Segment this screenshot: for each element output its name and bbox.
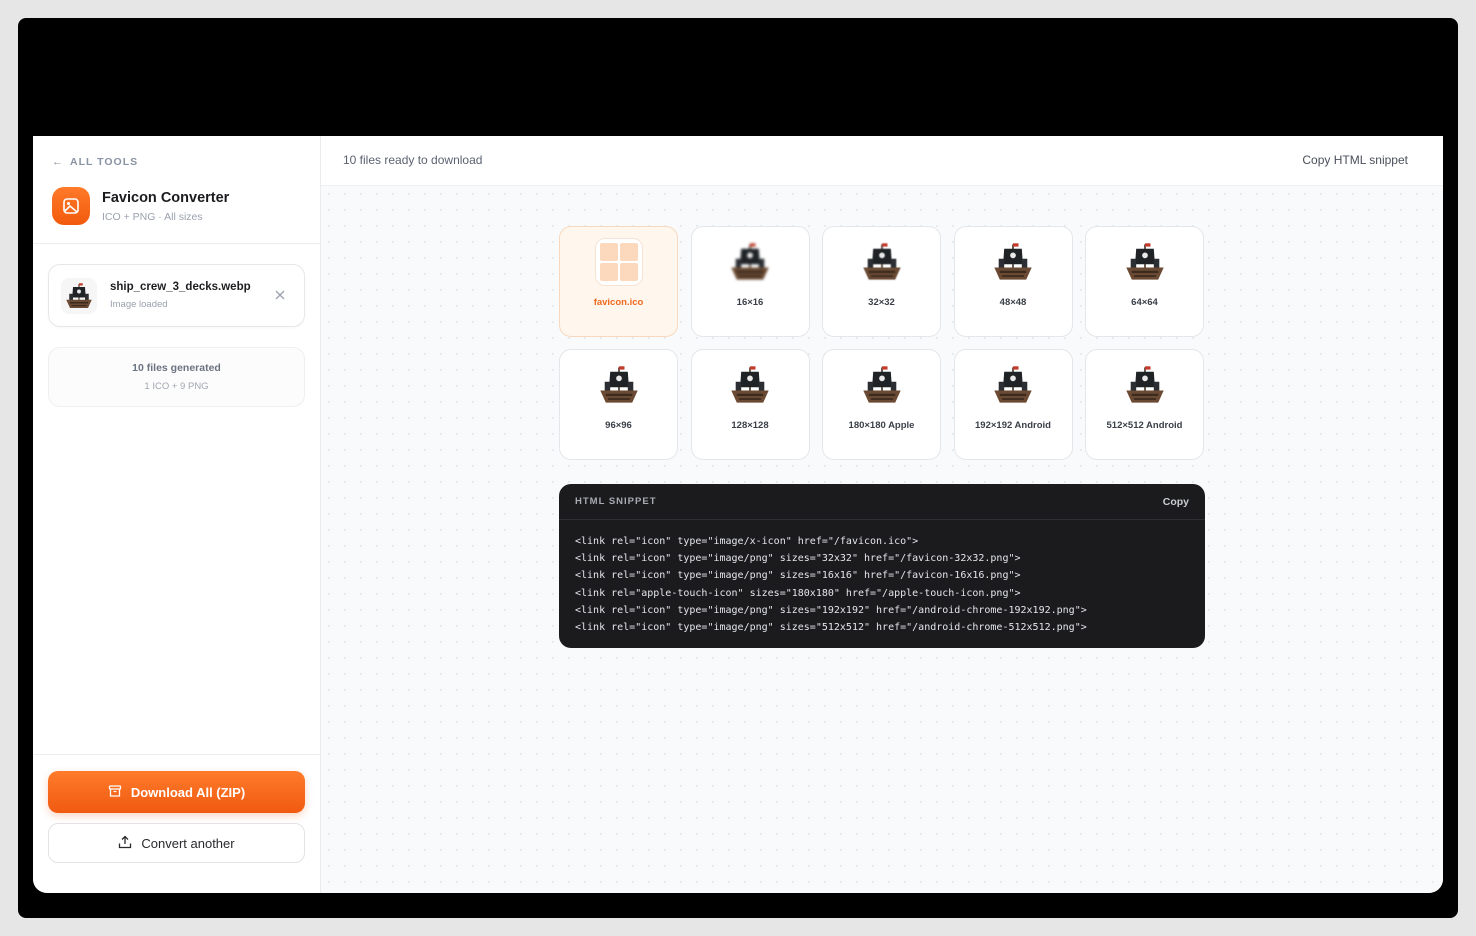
file-thumbnail [61,277,97,314]
favicon-tile-label: 32×32 [868,297,895,308]
files-ready-status: 10 files ready to download [343,153,483,167]
uploaded-file-card: ship_crew_3_decks.webp Image loaded [48,264,305,327]
tool-header: Favicon Converter ICO + PNG · All sizes [52,187,229,225]
favicon-tile-label: 180×180 Apple [848,420,915,431]
sidebar: ← ALL TOOLS Favicon Converter ICO + PNG … [33,136,321,893]
ship-icon [989,238,1037,286]
code-line: <link rel="icon" type="image/png" sizes=… [575,570,1021,582]
snippet-code[interactable]: <link rel="icon" type="image/x-icon" hre… [559,520,1205,636]
favicon-tile-label: 128×128 [731,420,769,431]
app-panel: ← ALL TOOLS Favicon Converter ICO + PNG … [33,136,1443,893]
favicon-tile[interactable]: 96×96 [559,349,678,460]
ship-icon [726,361,774,409]
favicon-tile-label: 16×16 [736,297,764,308]
ship-icon [989,361,1037,409]
image-icon [52,187,90,225]
tool-subtitle: ICO + PNG · All sizes [102,210,203,223]
tool-title: Favicon Converter [102,189,230,206]
arrow-left-icon: ← [52,156,64,168]
favicon-tile[interactable]: 48×48 [953,226,1073,337]
snippet-header: HTML SNIPPET Copy [559,484,1205,520]
favicon-tile[interactable]: 192×192 Android [953,349,1073,460]
code-line: <link rel="icon" type="image/x-icon" hre… [575,536,919,547]
favicon-tile-label: 96×96 [605,420,632,431]
download-all-button[interactable]: Download All (ZIP) [48,771,305,813]
html-snippet-panel: HTML SNIPPET Copy <link rel="icon" type=… [559,484,1205,648]
ship-icon [1120,361,1169,409]
favicon-tile-label: 512×512 Android [1106,420,1183,431]
favicon-tile-label: 192×192 Android [975,420,1051,431]
topbar: 10 files ready to download Copy HTML sni… [321,136,1443,186]
convert-another-label: Convert another [141,835,235,851]
file-status: Image loaded [110,299,168,310]
code-line: <link rel="apple-touch-icon" sizes="180x… [575,587,1021,599]
snippet-title: HTML SNIPPET [575,496,657,507]
divider [33,754,321,755]
snippet-copy-button[interactable]: Copy [1163,496,1189,508]
favicon-tile-label: favicon.ico [593,297,644,308]
copy-html-snippet-button[interactable]: Copy HTML snippet [1302,153,1408,167]
generated-breakdown: 1 ICO + 9 PNG [144,381,209,392]
code-line: <link rel="icon" type="image/png" sizes=… [575,553,1021,565]
close-icon[interactable] [272,287,288,303]
download-all-label: Download All (ZIP) [130,784,246,800]
generated-summary: 10 files generated 1 ICO + 9 PNG [48,347,305,407]
favicon-ico-icon [594,238,643,286]
all-tools-link[interactable]: ← ALL TOOLS [52,156,138,168]
favicon-tile[interactable]: 16×16 [690,226,810,337]
archive-icon [108,784,122,801]
favicon-tile-label: 64×64 [1131,297,1158,308]
favicon-tile-label: 48×48 [999,297,1027,308]
divider [33,243,321,244]
ship-icon [857,361,906,409]
favicon-tile[interactable]: 64×64 [1085,226,1204,337]
ship-icon [594,361,643,409]
favicon-tile[interactable]: 512×512 Android [1085,349,1204,460]
code-line: <link rel="icon" type="image/png" sizes=… [575,604,1087,616]
ship-icon [726,238,774,286]
generated-count: 10 files generated [132,362,221,374]
all-tools-label: ALL TOOLS [70,156,139,168]
file-name: ship_crew_3_decks.webp [110,281,251,293]
code-line: <link rel="icon" type="image/png" sizes=… [575,622,1087,634]
favicon-tile[interactable]: 180×180 Apple [822,349,941,460]
favicon-tile[interactable]: 32×32 [822,226,941,337]
favicon-tile[interactable]: favicon.ico [559,226,678,337]
favicon-tile[interactable]: 128×128 [690,349,810,460]
ship-icon [1120,238,1169,286]
upload-icon [118,835,132,852]
favicon-grid: favicon.ico 16×16 32×32 48×48 64×64 96×9… [559,226,1205,460]
preview-canvas: favicon.ico 16×16 32×32 48×48 64×64 96×9… [321,186,1443,893]
convert-another-button[interactable]: Convert another [48,823,305,863]
ship-icon [857,238,906,286]
window-frame: ← ALL TOOLS Favicon Converter ICO + PNG … [18,18,1458,918]
